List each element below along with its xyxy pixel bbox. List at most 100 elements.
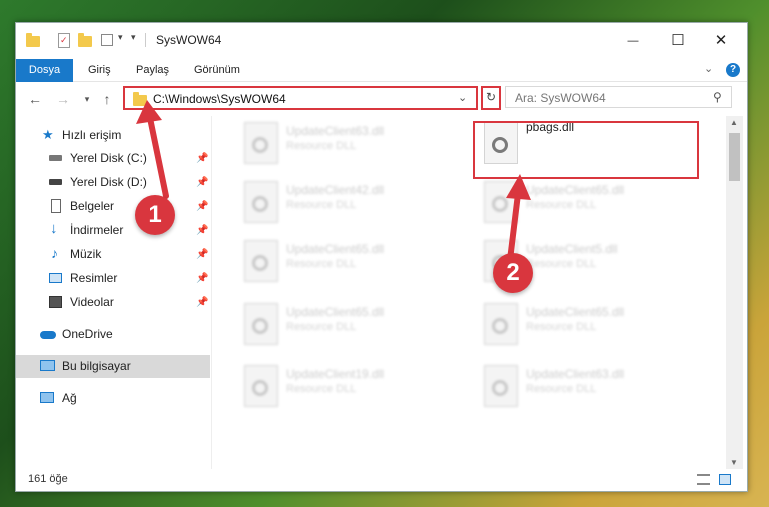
tab-view[interactable]: Görünüm: [182, 59, 252, 81]
sidebar-item-videos[interactable]: Videolar 📌: [16, 291, 210, 314]
pin-icon[interactable]: 📌: [196, 219, 208, 242]
file-description: Resource DLL: [526, 383, 597, 395]
file-item[interactable]: UpdateClient65.dll Resource DLL: [234, 236, 464, 292]
file-item[interactable]: UpdateClient65.dll Resource DLL: [474, 299, 704, 355]
pin-icon[interactable]: 📌: [196, 171, 208, 194]
sidebar-item-label: OneDrive: [62, 327, 113, 341]
star-icon: ★: [42, 127, 54, 142]
sidebar-item-onedrive[interactable]: OneDrive: [16, 323, 210, 346]
file-explorer-window: ✓ ▾ ▾ SysWOW64 — ☐ ✕ Dosya Giriş Paylaş …: [15, 22, 748, 492]
file-description: Resource DLL: [526, 199, 597, 211]
pin-icon[interactable]: 📌: [196, 195, 208, 218]
sidebar-item-this-pc[interactable]: Bu bilgisayar: [16, 355, 210, 378]
sidebar-item-disk-d[interactable]: Yerel Disk (D:) 📌: [16, 171, 210, 194]
details-view-icon[interactable]: [697, 474, 710, 485]
file-name: UpdateClient65.dll: [286, 242, 385, 256]
sidebar-item-label: Resimler: [70, 271, 118, 285]
chevron-down-icon[interactable]: ⌄: [458, 91, 467, 104]
sidebar-item-label: İndirmeler: [70, 223, 124, 237]
navigation-pane: ★ Hızlı erişim Yerel Disk (C:) 📌 Yerel D…: [16, 116, 210, 471]
address-bar[interactable]: C:\Windows\SysWOW64 ⌄: [123, 86, 478, 110]
scroll-down-icon[interactable]: ▼: [730, 458, 738, 467]
refresh-icon: ↻: [485, 90, 497, 104]
window-title: SysWOW64: [156, 33, 222, 47]
tab-home[interactable]: Giriş: [76, 59, 123, 81]
sidebar-item-label: Ağ: [62, 391, 77, 405]
sidebar-item-quick-access[interactable]: ★ Hızlı erişim: [16, 124, 210, 147]
new-folder-icon[interactable]: [78, 33, 92, 47]
dll-file-icon: [484, 181, 518, 223]
refresh-button[interactable]: ↻: [481, 86, 501, 110]
step-2-badge: 2: [493, 253, 533, 293]
forward-arrow-icon[interactable]: →: [54, 90, 72, 108]
sidebar-item-pictures[interactable]: Resimler 📌: [16, 267, 210, 290]
maximize-button[interactable]: ☐: [656, 27, 700, 55]
sidebar-item-network[interactable]: Ağ: [16, 387, 210, 410]
item-count: 161 öğe: [28, 473, 68, 485]
search-icon[interactable]: ⚲: [713, 90, 722, 104]
file-name: UpdateClient65.dll: [526, 305, 625, 319]
sidebar-item-label: Hızlı erişim: [62, 128, 122, 142]
pin-icon[interactable]: 📌: [196, 291, 208, 314]
cloud-icon: [40, 331, 56, 339]
sidebar-item-label: Yerel Disk (C:): [70, 151, 147, 165]
dll-file-icon: [484, 303, 518, 345]
qa-view-icon[interactable]: [101, 34, 113, 46]
search-box[interactable]: Ara: SysWOW64 ⚲: [505, 86, 732, 108]
file-item[interactable]: UpdateClient65.dll Resource DLL: [234, 299, 464, 355]
file-description: Resource DLL: [526, 258, 597, 270]
recent-locations-icon[interactable]: ▾: [78, 90, 96, 108]
back-arrow-icon[interactable]: ←: [26, 90, 44, 108]
title-bar: ✓ ▾ ▾ SysWOW64 — ☐ ✕: [16, 23, 747, 59]
file-description: Resource DLL: [286, 258, 357, 270]
help-icon[interactable]: ?: [726, 63, 740, 77]
address-path: C:\Windows\SysWOW64: [153, 92, 286, 106]
sidebar-item-label: Videolar: [70, 295, 114, 309]
pin-icon[interactable]: 📌: [196, 267, 208, 290]
vertical-scrollbar[interactable]: ▲ ▼: [726, 116, 743, 471]
close-button[interactable]: ✕: [699, 27, 743, 55]
sidebar-item-music[interactable]: ♪ Müzik 📌: [16, 243, 210, 266]
file-description: Resource DLL: [286, 199, 357, 211]
search-placeholder: Ara: SysWOW64: [515, 91, 606, 105]
tab-share[interactable]: Paylaş: [124, 59, 181, 81]
file-name: UpdateClient65.dll: [526, 183, 625, 197]
file-item[interactable]: UpdateClient63.dll Resource DLL: [474, 361, 704, 417]
scroll-up-icon[interactable]: ▲: [730, 118, 738, 127]
folder-icon: [26, 33, 40, 47]
downloads-icon: ↓: [50, 220, 58, 237]
file-item[interactable]: UpdateClient42.dll Resource DLL: [234, 177, 464, 233]
address-folder-icon: [133, 92, 147, 106]
minimize-button[interactable]: —: [611, 27, 655, 55]
pin-icon[interactable]: 📌: [196, 243, 208, 266]
large-icons-view-icon[interactable]: [719, 474, 731, 485]
dll-file-icon: [484, 365, 518, 407]
sidebar-item-downloads[interactable]: ↓ İndirmeler 📌: [16, 219, 210, 242]
network-icon: [40, 392, 54, 403]
qa-customize-icon[interactable]: ▾: [118, 32, 123, 43]
ribbon-tabs: Dosya Giriş Paylaş Görünüm ⌄ ?: [16, 59, 747, 115]
sidebar-item-label: Yerel Disk (D:): [70, 175, 147, 189]
ribbon-expand-icon[interactable]: ⌄: [704, 62, 713, 75]
file-item[interactable]: UpdateClient63.dll Resource DLL: [234, 118, 464, 174]
up-arrow-icon[interactable]: ↑: [98, 90, 116, 108]
file-name: UpdateClient65.dll: [286, 305, 385, 319]
file-description: Resource DLL: [286, 321, 357, 333]
dll-file-icon: [244, 181, 278, 223]
properties-icon[interactable]: ✓: [58, 33, 70, 48]
sidebar-item-disk-c[interactable]: Yerel Disk (C:) 📌: [16, 147, 210, 170]
qa-dropdown-icon[interactable]: ▾: [131, 32, 136, 43]
dll-file-icon: [244, 240, 278, 282]
file-name: UpdateClient19.dll: [286, 367, 385, 381]
file-item[interactable]: UpdateClient65.dll Resource DLL: [474, 177, 704, 233]
sidebar-item-documents[interactable]: Belgeler 📌: [16, 195, 210, 218]
drive-icon: [49, 155, 62, 161]
sidebar-item-label: Müzik: [70, 247, 102, 261]
file-item[interactable]: UpdateClient19.dll Resource DLL: [234, 361, 464, 417]
drive-icon: [49, 179, 62, 185]
file-description: Resource DLL: [286, 383, 357, 395]
pictures-icon: [49, 273, 62, 283]
step-1-badge: 1: [135, 195, 175, 235]
scrollbar-thumb[interactable]: [729, 133, 740, 181]
pin-icon[interactable]: 📌: [196, 147, 208, 170]
